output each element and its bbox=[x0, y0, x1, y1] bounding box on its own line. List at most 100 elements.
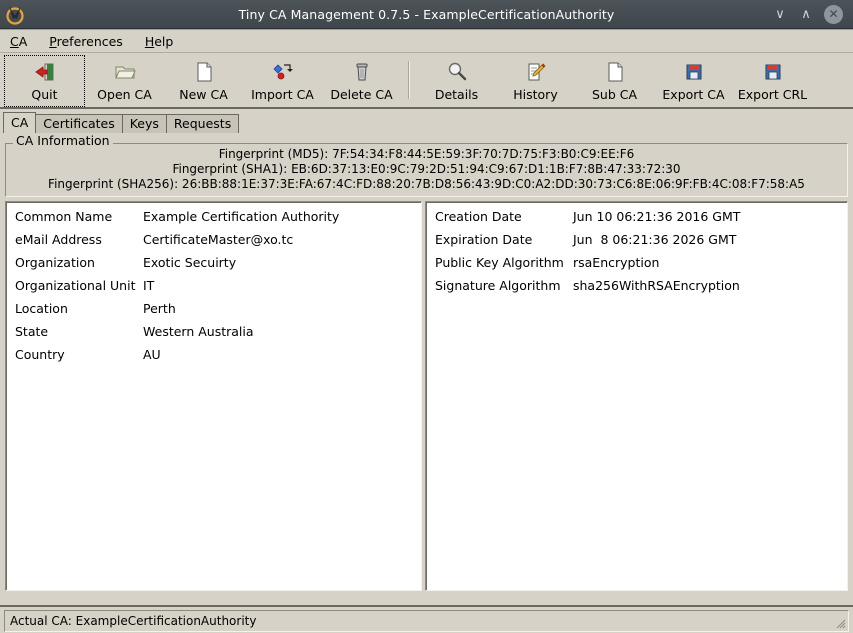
row-key: Signature Algorithm bbox=[435, 278, 561, 293]
toolbar-label: Sub CA bbox=[591, 87, 638, 102]
floppy-disk-icon bbox=[682, 60, 706, 84]
fingerprint-box: Fingerprint (MD5): 7F:54:34:F8:44:5E:59:… bbox=[5, 143, 848, 197]
tab-certificates[interactable]: Certificates bbox=[35, 114, 123, 133]
row-key: eMail Address bbox=[15, 232, 102, 247]
menu-mnemonic: P bbox=[49, 33, 57, 49]
menu-item-ca[interactable]: CA bbox=[8, 32, 37, 51]
exit-door-icon bbox=[33, 60, 57, 84]
menu-mnemonic: H bbox=[144, 33, 155, 49]
application-window: Tiny CA Management 0.7.5 - ExampleCertif… bbox=[0, 0, 853, 633]
menu-rest: elp bbox=[154, 33, 174, 49]
toolbar-button-quit[interactable]: Quit bbox=[4, 55, 85, 107]
certificate-detail-pane: Creation Date Jun 10 06:21:36 2016 GMT E… bbox=[425, 201, 848, 591]
blank-page-icon bbox=[192, 60, 216, 84]
open-folder-icon bbox=[113, 60, 137, 84]
toolbar-button-export-crl[interactable]: Export CRL bbox=[733, 55, 812, 107]
table-row: Signature Algorithm sha256WithRSAEncrypt… bbox=[426, 278, 847, 301]
row-key: Location bbox=[15, 301, 68, 316]
toolbar-button-open-ca[interactable]: Open CA bbox=[85, 55, 164, 107]
row-value: Example Certification Authority bbox=[143, 209, 340, 224]
resize-grip-icon[interactable] bbox=[834, 617, 846, 629]
row-key: Country bbox=[15, 347, 65, 362]
fingerprint-sha1: Fingerprint (SHA1): EB:6D:37:13:E0:9C:79… bbox=[172, 162, 681, 176]
tab-ca[interactable]: CA bbox=[3, 112, 37, 133]
ca-information-frame: CA Information Fingerprint (MD5): 7F:54:… bbox=[5, 133, 848, 197]
fingerprint-sha256: Fingerprint (SHA256): 26:BB:88:1E:37:3E:… bbox=[48, 177, 805, 191]
toolbar-button-history[interactable]: History bbox=[496, 55, 575, 107]
tinyca-logo-icon bbox=[4, 3, 26, 25]
window-controls: ∨ ∧ ✕ bbox=[772, 4, 853, 24]
toolbar-label: Import CA bbox=[251, 87, 314, 102]
table-row: Country AU bbox=[6, 347, 421, 370]
toolbar-button-new-ca[interactable]: New CA bbox=[164, 55, 243, 107]
status-bar-area: Actual CA: ExampleCertificationAuthority bbox=[0, 605, 853, 633]
menu-bar: CA Preferences Help bbox=[0, 29, 853, 53]
row-value: IT bbox=[143, 278, 155, 293]
minimize-icon[interactable]: ∨ bbox=[772, 6, 788, 22]
row-value: rsaEncryption bbox=[573, 255, 660, 270]
ca-information-legend: CA Information bbox=[13, 133, 113, 148]
row-value: CertificateMaster@xo.tc bbox=[143, 232, 294, 247]
row-key: State bbox=[15, 324, 49, 339]
menu-rest: references bbox=[56, 33, 123, 49]
table-row: Organizational Unit IT bbox=[6, 278, 421, 301]
row-value: Perth bbox=[143, 301, 176, 316]
status-bar-text: Actual CA: ExampleCertificationAuthority bbox=[10, 614, 257, 628]
table-row: State Western Australia bbox=[6, 324, 421, 347]
close-icon[interactable]: ✕ bbox=[824, 4, 843, 24]
row-key: Common Name bbox=[15, 209, 113, 224]
toolbar-label: Delete CA bbox=[330, 87, 393, 102]
window-title: Tiny CA Management 0.7.5 - ExampleCertif… bbox=[238, 6, 615, 22]
menu-mnemonic: C bbox=[10, 33, 19, 49]
tab-keys[interactable]: Keys bbox=[121, 114, 167, 133]
toolbar-label: History bbox=[513, 87, 558, 102]
row-key: Expiration Date bbox=[435, 232, 533, 247]
toolbar: Quit Open CA New CA Import CA Delete CA … bbox=[0, 53, 853, 109]
row-value: Exotic Secuirty bbox=[143, 255, 237, 270]
row-value: sha256WithRSAEncryption bbox=[573, 278, 740, 293]
toolbar-button-delete-ca[interactable]: Delete CA bbox=[322, 55, 401, 107]
table-row: Common Name Example Certification Author… bbox=[6, 209, 421, 232]
row-value: AU bbox=[143, 347, 161, 362]
row-key: Organizational Unit bbox=[15, 278, 136, 293]
toolbar-label: Export CRL bbox=[737, 87, 808, 102]
ca-detail-panes: Common Name Example Certification Author… bbox=[5, 201, 848, 591]
table-row: Public Key Algorithm rsaEncryption bbox=[426, 255, 847, 278]
toolbar-label: Open CA bbox=[97, 87, 152, 102]
menu-item-preferences[interactable]: Preferences bbox=[47, 32, 133, 51]
row-key: Creation Date bbox=[435, 209, 522, 224]
toolbar-button-export-ca[interactable]: Export CA bbox=[654, 55, 733, 107]
floppy-disk-icon bbox=[761, 60, 785, 84]
toolbar-label: Export CA bbox=[662, 87, 725, 102]
row-key: Public Key Algorithm bbox=[435, 255, 564, 270]
row-value: Jun 8 06:21:36 2026 GMT bbox=[573, 232, 737, 247]
fingerprint-md5: Fingerprint (MD5): 7F:54:34:F8:44:5E:59:… bbox=[218, 147, 635, 161]
table-row: eMail Address CertificateMaster@xo.tc bbox=[6, 232, 421, 255]
menu-item-help[interactable]: Help bbox=[143, 32, 184, 51]
status-bar: Actual CA: ExampleCertificationAuthority bbox=[4, 610, 849, 632]
toolbar-button-details[interactable]: Details bbox=[417, 55, 496, 107]
toolbar-button-import-ca[interactable]: Import CA bbox=[243, 55, 322, 107]
title-bar: Tiny CA Management 0.7.5 - ExampleCertif… bbox=[0, 0, 853, 29]
row-value: Jun 10 06:21:36 2016 GMT bbox=[573, 209, 741, 224]
table-row: Location Perth bbox=[6, 301, 421, 324]
table-row: Expiration Date Jun 8 06:21:36 2026 GMT bbox=[426, 232, 847, 255]
toolbar-label: Quit bbox=[31, 87, 58, 102]
table-row: Organization Exotic Secuirty bbox=[6, 255, 421, 278]
blank-page-icon bbox=[603, 60, 627, 84]
row-value: Western Australia bbox=[143, 324, 254, 339]
toolbar-separator bbox=[408, 61, 410, 99]
maximize-icon[interactable]: ∧ bbox=[798, 6, 814, 22]
subject-pane: Common Name Example Certification Author… bbox=[5, 201, 422, 591]
trash-can-icon bbox=[350, 60, 374, 84]
toolbar-button-sub-ca[interactable]: Sub CA bbox=[575, 55, 654, 107]
tab-requests[interactable]: Requests bbox=[165, 114, 240, 133]
table-row: Creation Date Jun 10 06:21:36 2016 GMT bbox=[426, 209, 847, 232]
tab-strip: CA Certificates Keys Requests bbox=[0, 109, 853, 133]
toolbar-label: Details bbox=[434, 87, 479, 102]
page-pencil-icon bbox=[524, 60, 548, 84]
magnifier-icon bbox=[445, 60, 469, 84]
menu-rest: A bbox=[18, 33, 28, 49]
row-key: Organization bbox=[15, 255, 95, 270]
import-arrow-icon bbox=[271, 60, 295, 84]
